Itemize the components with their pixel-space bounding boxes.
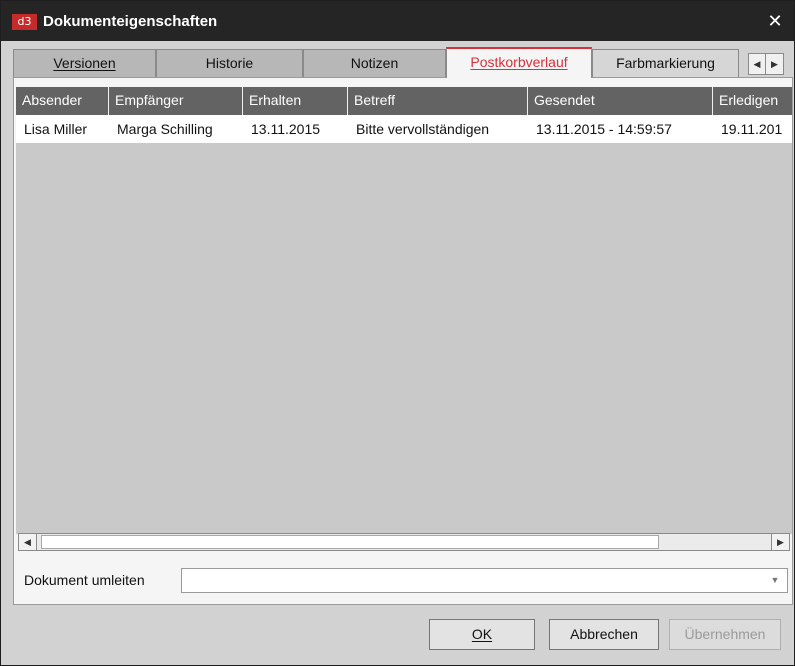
apply-button-label: Übernehmen xyxy=(684,626,766,642)
table-row[interactable]: Lisa Miller Marga Schilling 13.11.2015 B… xyxy=(16,115,792,143)
cancel-button-label: Abbrechen xyxy=(570,626,638,642)
tab-postkorbverlauf[interactable]: Postkorbverlauf xyxy=(446,47,592,78)
column-header-betreff[interactable]: Betreff xyxy=(348,87,528,115)
tab-label: Historie xyxy=(205,55,254,71)
ok-button[interactable]: OK xyxy=(429,619,535,650)
tab-scroll-left-icon[interactable]: ◀ xyxy=(749,54,766,74)
redirect-combobox[interactable]: ▼ xyxy=(181,568,788,593)
chevron-down-icon[interactable]: ▼ xyxy=(767,571,783,590)
redirect-label: Dokument umleiten xyxy=(24,572,145,588)
tab-scroll-right-icon[interactable]: ▶ xyxy=(766,54,783,74)
cell-betreff: Bitte vervollständigen xyxy=(356,121,490,137)
scroll-left-icon[interactable]: ◀ xyxy=(19,534,37,550)
column-header-erhalten[interactable]: Erhalten xyxy=(243,87,348,115)
close-icon[interactable]: ✕ xyxy=(764,10,786,32)
tab-notizen[interactable]: Notizen xyxy=(303,49,446,77)
column-header-absender[interactable]: Absender xyxy=(16,87,109,115)
tab-versionen[interactable]: Versionen xyxy=(13,49,156,77)
ok-button-label: OK xyxy=(471,626,493,642)
tab-strip: Versionen Historie Notizen Postkorbverla… xyxy=(13,47,793,78)
tab-label: Notizen xyxy=(350,55,399,71)
tab-label: Versionen xyxy=(53,55,116,71)
table-header: Absender Empfänger Erhalten Betreff Gese… xyxy=(16,87,792,115)
dialog-footer: OK Abbrechen Übernehmen xyxy=(1,605,794,665)
cancel-button[interactable]: Abbrechen xyxy=(549,619,659,650)
window-title: Dokumenteigenschaften xyxy=(43,13,218,30)
title-bar: d3 Dokumenteigenschaften ✕ xyxy=(1,1,794,41)
tab-panel-postkorbverlauf: Absender Empfänger Erhalten Betreff Gese… xyxy=(13,77,793,605)
document-properties-dialog: d3 Dokumenteigenschaften ✕ Versionen His… xyxy=(0,0,795,666)
column-header-gesendet[interactable]: Gesendet xyxy=(528,87,713,115)
table-empty-area xyxy=(16,143,792,534)
history-table: Absender Empfänger Erhalten Betreff Gese… xyxy=(16,87,792,534)
tab-historie[interactable]: Historie xyxy=(156,49,303,77)
cell-empfaenger: Marga Schilling xyxy=(117,121,213,137)
d3-logo-icon: d3 xyxy=(12,14,37,30)
tab-farbmarkierung[interactable]: Farbmarkierung xyxy=(592,49,739,77)
redirect-input[interactable] xyxy=(182,569,767,592)
tab-label: Farbmarkierung xyxy=(616,55,715,71)
horizontal-scrollbar[interactable]: ◀ ▶ xyxy=(18,533,790,551)
cell-absender: Lisa Miller xyxy=(24,121,88,137)
tab-scroll-buttons: ◀ ▶ xyxy=(748,53,784,75)
cell-erledigen: 19.11.201 xyxy=(721,121,783,137)
cell-gesendet: 13.11.2015 - 14:59:57 xyxy=(536,121,672,137)
apply-button[interactable]: Übernehmen xyxy=(669,619,781,650)
cell-erhalten: 13.11.2015 xyxy=(251,121,321,137)
column-header-empfaenger[interactable]: Empfänger xyxy=(109,87,243,115)
scroll-right-icon[interactable]: ▶ xyxy=(771,534,789,550)
scrollbar-thumb[interactable] xyxy=(41,535,659,549)
tab-label: Postkorbverlauf xyxy=(470,54,568,70)
column-header-erledigen[interactable]: Erledigen xyxy=(713,87,792,115)
